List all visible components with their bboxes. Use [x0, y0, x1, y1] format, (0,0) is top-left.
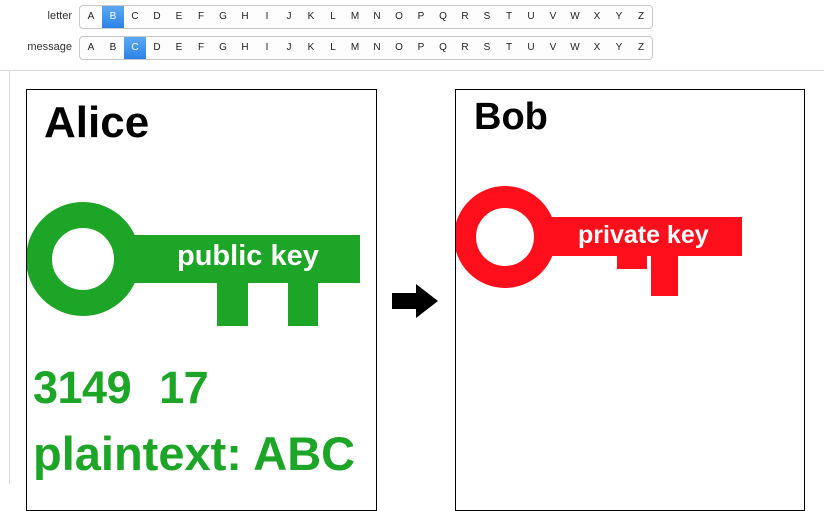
private-key-label: private key — [578, 221, 709, 249]
letter-option-g[interactable]: G — [212, 6, 234, 28]
letter-option-l[interactable]: L — [322, 6, 344, 28]
letter-option-d[interactable]: D — [146, 6, 168, 28]
public-key-values: 3149 17 — [33, 362, 209, 414]
letter-option-f[interactable]: F — [190, 6, 212, 28]
letter-option-o[interactable]: O — [388, 6, 410, 28]
message-option-u[interactable]: U — [520, 37, 542, 59]
message-option-a[interactable]: A — [80, 37, 102, 59]
public-key-label: public key — [177, 240, 319, 272]
output-frame-edge — [9, 71, 10, 484]
letter-option-a[interactable]: A — [80, 6, 102, 28]
plaintext-line: plaintext: ABC — [33, 426, 355, 481]
letter-option-i[interactable]: I — [256, 6, 278, 28]
bob-panel: Bob private key — [455, 89, 805, 511]
letter-option-b[interactable]: B — [102, 6, 124, 28]
letter-option-s[interactable]: S — [476, 6, 498, 28]
message-option-h[interactable]: H — [234, 37, 256, 59]
letter-option-n[interactable]: N — [366, 6, 388, 28]
letter-option-m[interactable]: M — [344, 6, 366, 28]
public-key-icon — [27, 202, 360, 326]
message-option-k[interactable]: K — [300, 37, 322, 59]
controls-panel: letter ABCDEFGHIJKLMNOPQRSTUVWXYZ messag… — [0, 0, 824, 70]
message-option-w[interactable]: W — [564, 37, 586, 59]
message-option-t[interactable]: T — [498, 37, 520, 59]
message-option-m[interactable]: M — [344, 37, 366, 59]
letter-option-u[interactable]: U — [520, 6, 542, 28]
letter-option-j[interactable]: J — [278, 6, 300, 28]
message-option-p[interactable]: P — [410, 37, 432, 59]
message-option-z[interactable]: Z — [630, 37, 652, 59]
message-option-d[interactable]: D — [146, 37, 168, 59]
letter-option-c[interactable]: C — [124, 6, 146, 28]
key-exponent: 17 — [159, 362, 209, 413]
right-arrow-icon — [392, 284, 438, 318]
letter-setter-bar: ABCDEFGHIJKLMNOPQRSTUVWXYZ — [79, 5, 653, 29]
message-option-i[interactable]: I — [256, 37, 278, 59]
message-option-r[interactable]: R — [454, 37, 476, 59]
letter-option-h[interactable]: H — [234, 6, 256, 28]
message-option-v[interactable]: V — [542, 37, 564, 59]
letter-option-y[interactable]: Y — [608, 6, 630, 28]
letter-option-e[interactable]: E — [168, 6, 190, 28]
letter-option-p[interactable]: P — [410, 6, 432, 28]
letter-option-v[interactable]: V — [542, 6, 564, 28]
letter-option-w[interactable]: W — [564, 6, 586, 28]
message-option-o[interactable]: O — [388, 37, 410, 59]
message-option-e[interactable]: E — [168, 37, 190, 59]
letter-option-q[interactable]: Q — [432, 6, 454, 28]
message-option-f[interactable]: F — [190, 37, 212, 59]
message-option-q[interactable]: Q — [432, 37, 454, 59]
private-key-icon — [456, 186, 742, 296]
message-setter-bar: ABCDEFGHIJKLMNOPQRSTUVWXYZ — [79, 36, 653, 60]
message-option-c[interactable]: C — [124, 37, 146, 59]
letter-option-z[interactable]: Z — [630, 6, 652, 28]
letter-option-k[interactable]: K — [300, 6, 322, 28]
message-option-s[interactable]: S — [476, 37, 498, 59]
letter-label: letter — [47, 10, 72, 22]
plaintext-value: ABC — [253, 427, 356, 480]
alice-panel: Alice public key 3149 17 plaintext: ABC — [26, 89, 377, 511]
controls-divider — [0, 70, 824, 71]
message-option-n[interactable]: N — [366, 37, 388, 59]
plaintext-label: plaintext: — [33, 427, 242, 480]
letter-option-x[interactable]: X — [586, 6, 608, 28]
message-option-y[interactable]: Y — [608, 37, 630, 59]
letter-option-t[interactable]: T — [498, 6, 520, 28]
letter-option-r[interactable]: R — [454, 6, 476, 28]
message-option-l[interactable]: L — [322, 37, 344, 59]
message-option-g[interactable]: G — [212, 37, 234, 59]
key-modulus: 3149 — [33, 362, 132, 413]
message-label: message — [27, 41, 72, 53]
message-option-x[interactable]: X — [586, 37, 608, 59]
message-option-b[interactable]: B — [102, 37, 124, 59]
message-option-j[interactable]: J — [278, 37, 300, 59]
